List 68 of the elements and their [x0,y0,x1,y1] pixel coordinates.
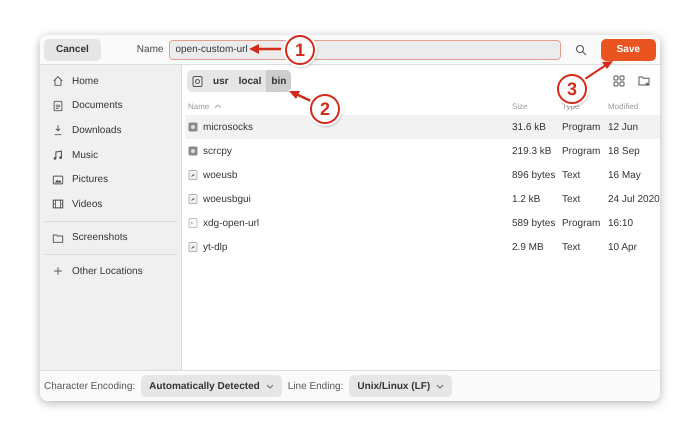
save-button[interactable]: Save [600,38,656,60]
file-modified: 24 Jul 2020 [608,194,660,204]
file-size: 1.2 kB [512,194,542,204]
script-file-icon [188,194,198,204]
new-folder-icon[interactable] [638,75,650,87]
path-segment[interactable]: local [234,70,266,92]
step-number: 2 [310,94,340,124]
path-segment[interactable]: usr [208,70,234,92]
file-type: Text [562,194,582,204]
sidebar-item[interactable]: Screenshots [44,226,177,250]
file-size: 896 bytes [512,170,556,180]
executable-icon [188,122,198,132]
search-icon[interactable] [574,44,587,56]
file-type: Program [562,218,602,228]
download-icon [52,124,64,136]
encoding-dropdown[interactable]: Automatically Detected [141,375,282,397]
line-ending-label: Line Ending: [288,380,344,392]
grid-view-icon[interactable] [613,75,625,87]
file-modified: 12 Jun [608,122,640,132]
file-type: Program [562,122,602,132]
file-name[interactable]: woeusb [203,170,238,180]
script-file-icon [188,170,198,180]
name-label: Name [136,44,164,55]
encoding-label: Character Encoding: [44,380,136,392]
file-size: 31.6 kB [512,122,547,132]
image-icon [52,174,64,186]
line-ending-dropdown[interactable]: Unix/Linux (LF) [349,375,452,397]
file-modified: 16 May [608,170,642,180]
file-modified: 18 Sep [608,146,641,156]
file-type: Program [562,146,602,156]
sidebar-item[interactable]: Pictures [44,167,177,192]
script-file-icon [188,242,198,252]
cancel-button[interactable]: Cancel [44,38,101,60]
step-number: 3 [557,74,587,104]
executable-icon [188,146,198,156]
shell-file-icon [188,218,198,228]
chevron-down-icon [436,384,444,388]
step-number: 1 [285,35,315,65]
annotation-arrow [288,89,312,103]
annotation-arrow [248,43,282,55]
file-modified: 16:10 [608,218,634,228]
file-size: 219.3 kB [512,146,552,156]
file-type: Text [562,242,582,252]
file-modified: 10 Apr [608,242,638,252]
film-icon [52,198,64,210]
music-note-icon [52,149,64,162]
file-name[interactable]: xdg-open-url [203,218,260,228]
file-name[interactable]: yt-dlp [203,242,228,252]
file-size: 2.9 MB [512,242,545,252]
path-segment[interactable]: bin [266,70,292,92]
file-size: 589 bytes [512,218,556,228]
home-icon [52,75,64,88]
sidebar-item[interactable]: Other Locations [44,259,177,284]
sidebar-item[interactable]: Downloads [44,118,177,143]
file-name[interactable]: woeusbgui [203,194,251,204]
document-icon [52,100,64,112]
chevron-down-icon [266,384,274,388]
folder-icon [52,232,64,244]
plus-icon [52,265,64,278]
sidebar-item[interactable]: Home [44,69,177,94]
sidebar-item[interactable]: Music [44,142,177,168]
file-name[interactable]: microsocks [203,122,254,132]
sidebar-item[interactable]: Videos [44,192,177,217]
sidebar-item[interactable]: Documents [44,94,177,118]
file-type: Text [562,170,582,180]
annotation-arrow [584,60,614,80]
drive-icon [192,76,203,86]
file-name[interactable]: scrcpy [203,146,232,156]
